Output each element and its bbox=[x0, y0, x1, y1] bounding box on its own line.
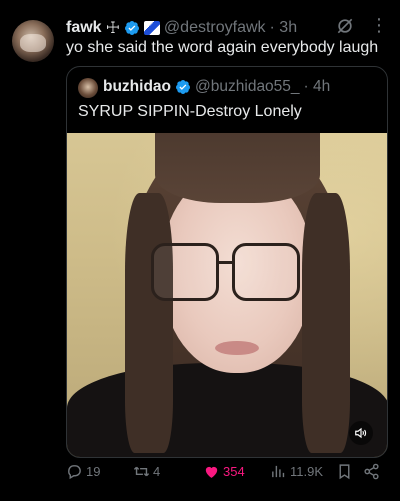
quoted-author-handle[interactable]: @buzhidao55_ bbox=[195, 78, 300, 96]
share-button[interactable] bbox=[363, 463, 380, 480]
flag-emoji-icon bbox=[143, 21, 160, 35]
tweet-text: yo she said the word again everybody lau… bbox=[66, 39, 379, 56]
retweet-icon bbox=[133, 466, 150, 477]
share-icon bbox=[364, 463, 379, 480]
more-icon[interactable]: ⋮ bbox=[370, 16, 388, 34]
heart-icon bbox=[205, 466, 218, 478]
glasses-bridge bbox=[218, 261, 234, 264]
retweet-count: 4 bbox=[153, 464, 161, 479]
quoted-tweet-time[interactable]: · 4h bbox=[304, 78, 331, 96]
bookmark-button[interactable] bbox=[336, 463, 353, 480]
views-count: 11.9K bbox=[290, 464, 324, 479]
views-icon bbox=[272, 465, 285, 478]
author-name[interactable]: fawk bbox=[66, 19, 102, 37]
sound-icon[interactable] bbox=[349, 421, 373, 445]
author-handle[interactable]: @destroyfawk bbox=[164, 19, 266, 37]
author-cross-emoji: ☩ bbox=[105, 20, 120, 37]
quoted-tweet-text: SYRUP SIPPIN-Destroy Lonely bbox=[78, 103, 302, 120]
bookmark-icon bbox=[339, 464, 350, 480]
tweet-header: fawk ☩ @destroyfawk · 3h bbox=[66, 17, 297, 39]
glasses-right-lens bbox=[232, 243, 300, 301]
quoted-tweet[interactable]: buzhidao @buzhidao55_ · 4h SYRUP SIPPIN-… bbox=[66, 66, 388, 458]
quoted-author-avatar[interactable] bbox=[78, 78, 98, 98]
reply-count: 19 bbox=[86, 464, 101, 479]
retweet-button[interactable]: 4 bbox=[133, 463, 160, 480]
tweet-time[interactable]: · 3h bbox=[270, 19, 298, 37]
reply-icon bbox=[68, 465, 81, 480]
reply-button[interactable]: 19 bbox=[66, 463, 100, 480]
views-button[interactable]: 11.9K bbox=[270, 463, 323, 480]
quoted-tweet-header: buzhidao @buzhidao55_ · 4h bbox=[103, 78, 330, 96]
video-subject-lips bbox=[215, 341, 259, 355]
author-avatar[interactable] bbox=[12, 20, 54, 62]
glasses-left-lens bbox=[151, 243, 219, 301]
grok-icon[interactable] bbox=[335, 16, 355, 36]
like-button[interactable]: 354 bbox=[203, 463, 245, 480]
video-subject-bangs bbox=[155, 133, 320, 203]
verified-badge-icon bbox=[124, 21, 139, 35]
verified-badge-icon bbox=[176, 80, 191, 94]
like-count: 354 bbox=[223, 464, 245, 479]
tweet-actions: 19 4 354 11.9K bbox=[66, 463, 386, 483]
quoted-author-name[interactable]: buzhidao bbox=[103, 78, 171, 96]
video-thumbnail[interactable] bbox=[67, 133, 387, 457]
tweet[interactable]: fawk ☩ @destroyfawk · 3h ⋮ yo she said t… bbox=[0, 0, 400, 501]
